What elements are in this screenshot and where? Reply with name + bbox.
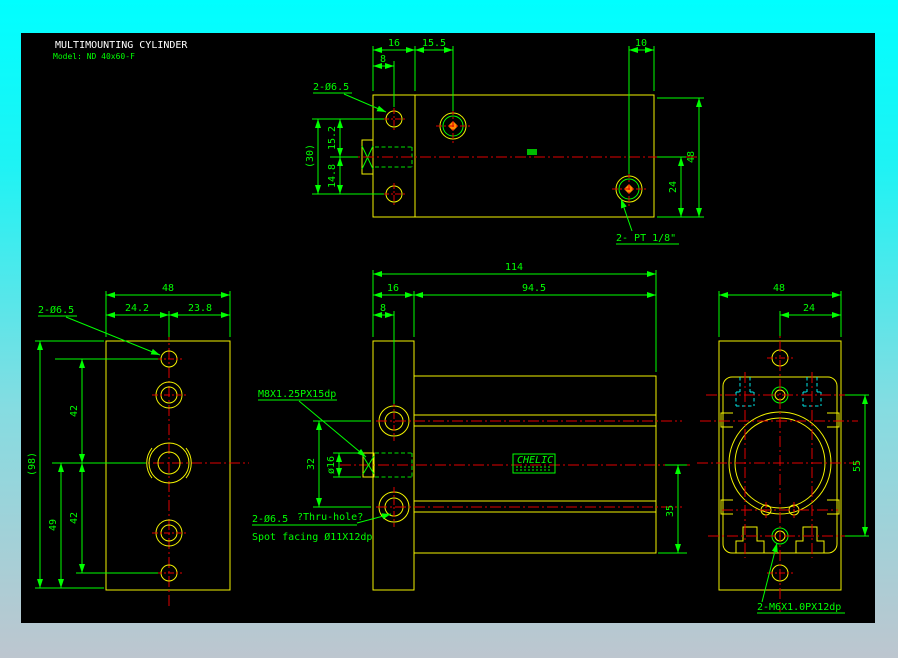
callout-spotface: Spot facing Ø11X12dp	[252, 531, 372, 543]
dim-15-5: 15.5	[422, 38, 446, 49]
dim-24-2: 24.2	[125, 303, 149, 314]
dim-48: 48	[686, 151, 697, 163]
dim-55: 55	[852, 460, 863, 472]
dim-16: 16	[388, 38, 400, 49]
dim-rod-dia: ø16	[326, 456, 337, 474]
dim-16: 16	[387, 283, 399, 294]
callout-rod-thread: M8X1.25PX15dp	[258, 389, 336, 400]
callout-mount-holes: 2-Ø6.5	[38, 304, 74, 316]
dim-35: 35	[665, 505, 676, 517]
dim-10: 10	[635, 38, 647, 49]
drawing-title: MULTIMOUNTING CYLINDER	[55, 40, 188, 51]
dim-49: 49	[48, 519, 59, 531]
callout-ports: 2- PT 1/8"	[616, 233, 676, 244]
callout-thru-hole-note: ?Thru-hole?	[297, 512, 363, 523]
drawing-model: Model: ND 40x60-F	[53, 52, 135, 61]
dim-8: 8	[380, 303, 386, 314]
dim-48: 48	[162, 283, 174, 294]
brand-mark	[527, 149, 537, 155]
callout-thru-hole: 2-Ø6.5	[252, 513, 288, 525]
dim-30: (30)	[305, 144, 316, 168]
cad-application-window: MULTIMOUNTING CYLINDER Model: ND 40x60-F	[0, 0, 898, 658]
callout-mount-holes: 2-Ø6.5	[313, 81, 349, 93]
dim-24: 24	[668, 181, 679, 193]
dim-42-upper: 42	[69, 405, 80, 417]
logo-text: CHELIC	[517, 455, 553, 466]
dim-42-lower: 42	[69, 512, 80, 524]
callout-mount-thread: 2-M6X1.0PX12dp	[757, 602, 841, 613]
dim-8: 8	[380, 54, 386, 65]
dim-14-8: 14.8	[327, 164, 338, 188]
dim-32: 32	[306, 458, 317, 470]
drawing-canvas	[21, 33, 875, 623]
dim-98: (98)	[27, 452, 38, 476]
cad-drawing-sheet: MULTIMOUNTING CYLINDER Model: ND 40x60-F	[0, 0, 898, 658]
dim-23-8: 23.8	[188, 303, 212, 314]
dim-48: 48	[773, 283, 785, 294]
dim-94-5: 94.5	[522, 283, 546, 294]
dim-15-2: 15.2	[327, 126, 338, 150]
dim-114: 114	[505, 262, 523, 273]
dim-24: 24	[803, 303, 815, 314]
